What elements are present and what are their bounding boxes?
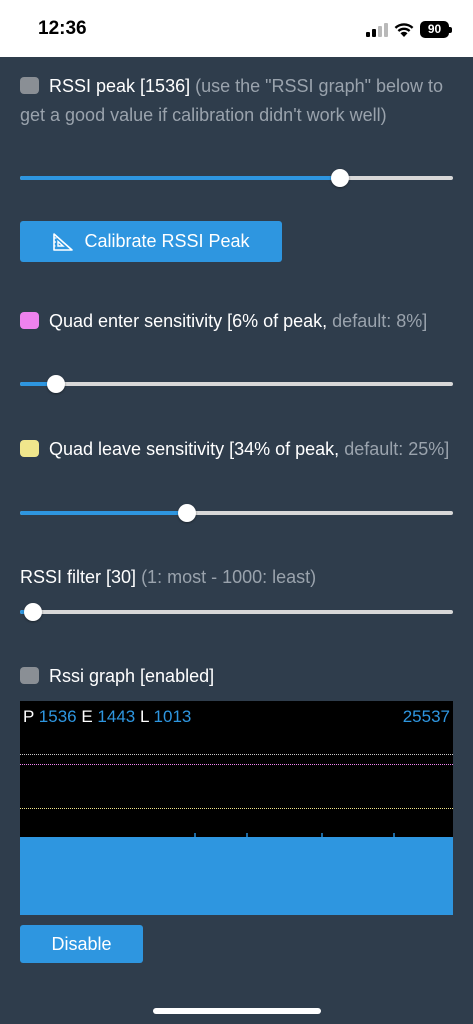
battery-icon: 90 (420, 21, 452, 38)
calibrate-rssi-peak-button[interactable]: Calibrate RSSI Peak (20, 221, 282, 262)
sample-count: 25537 (402, 707, 450, 726)
rssi-peak-label: RSSI peak [1536] (49, 76, 191, 96)
rssi-peak-section: RSSI peak [1536] (use the "RSSI graph" b… (20, 72, 450, 130)
rssi-readout: P 1536 E 1443 L 1013 (23, 707, 191, 727)
rssi-filter-hint: (1: most - 1000: least) (141, 567, 317, 587)
enter-line (20, 764, 453, 765)
peak-line (20, 754, 453, 755)
rssi-graph-label: Rssi graph [enabled] (49, 666, 215, 686)
slider-thumb[interactable] (331, 169, 350, 187)
leave-sensitivity-slider[interactable] (20, 502, 453, 524)
set-square-icon (53, 232, 74, 251)
rssi-filter-slider[interactable] (20, 601, 453, 623)
leave-color-swatch (20, 440, 39, 457)
home-indicator (153, 1008, 321, 1014)
rssi-graph-section: Rssi graph [enabled] (20, 662, 453, 691)
rssi-signal-area (20, 837, 453, 915)
leave-sensitivity-section: Quad leave sensitivity [34% of peak, def… (20, 435, 453, 464)
leave-line (20, 808, 453, 809)
slider-thumb[interactable] (23, 603, 42, 621)
wifi-icon (394, 23, 414, 37)
battery-level: 90 (420, 21, 449, 38)
enter-sensitivity-default: default: 8%] (332, 311, 428, 331)
disable-graph-button[interactable]: Disable (20, 925, 143, 963)
slider-thumb[interactable] (177, 504, 196, 522)
leave-value: 1013 (153, 707, 192, 726)
peak-value: 1536 (38, 707, 77, 726)
enter-value: 1443 (97, 707, 136, 726)
rssi-graph-canvas: P 1536 E 1443 L 1013 25537 (20, 701, 453, 915)
cellular-signal-icon (366, 23, 388, 37)
leave-label: L (139, 707, 149, 726)
enter-sensitivity-section: Quad enter sensitivity [6% of peak, defa… (20, 307, 453, 336)
rssi-graph-checkbox[interactable] (20, 667, 39, 684)
leave-sensitivity-label: Quad leave sensitivity [34% of peak, (49, 439, 340, 459)
leave-sensitivity-default: default: 25%] (344, 439, 450, 459)
rssi-filter-section: RSSI filter [30] (1: most - 1000: least) (20, 563, 453, 592)
status-time: 12:36 (38, 18, 87, 39)
calibrate-button-label: Calibrate RSSI Peak (84, 231, 250, 251)
rssi-peak-slider[interactable] (20, 167, 453, 189)
status-bar: 12:36 90 (0, 0, 473, 57)
slider-thumb[interactable] (46, 375, 65, 393)
enter-sensitivity-label: Quad enter sensitivity [6% of peak, (49, 311, 328, 331)
peak-label: P (23, 707, 35, 726)
rssi-filter-label: RSSI filter [30] (20, 567, 137, 587)
enter-sensitivity-slider[interactable] (20, 373, 453, 395)
rssi-peak-checkbox[interactable] (20, 77, 39, 94)
enter-label: E (81, 707, 93, 726)
enter-color-swatch (20, 312, 39, 329)
